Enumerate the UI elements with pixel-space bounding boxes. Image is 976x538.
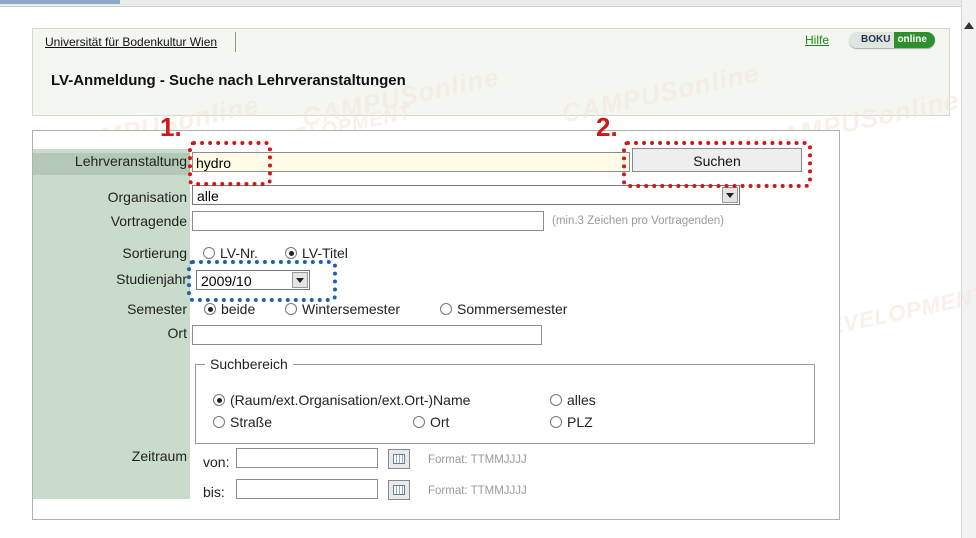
organisation-selected-value: alle xyxy=(197,188,219,204)
radio-icon[interactable] xyxy=(213,416,225,428)
calendar-icon[interactable] xyxy=(388,480,410,500)
scope-option-name[interactable]: (Raum/ext.Organisation/ext.Ort-)Name xyxy=(213,392,470,408)
page-header: Universität für Bodenkultur Wien Hilfe B… xyxy=(32,28,950,116)
date-to-input[interactable] xyxy=(236,479,378,499)
date-from-input[interactable] xyxy=(236,448,378,468)
semester-label: Semester xyxy=(127,301,187,317)
academic-year-label: Studienjahr xyxy=(116,271,187,287)
semester-option-winter[interactable]: Wintersemester xyxy=(285,301,400,317)
boku-online-logo[interactable]: BOKU online xyxy=(849,32,935,48)
place-input[interactable] xyxy=(192,325,542,345)
date-to-format-hint: Format: TTMMJJJJ xyxy=(428,485,527,497)
search-scope-legend: Suchbereich xyxy=(205,356,293,372)
date-from-format-hint: Format: TTMMJJJJ xyxy=(428,454,527,466)
course-label: Lehrveranstaltung xyxy=(74,153,187,169)
sort-label: Sortierung xyxy=(122,245,187,261)
semester-option-label: Sommersemester xyxy=(457,301,568,317)
scroll-up-icon[interactable] xyxy=(964,22,974,29)
vertical-scrollbar[interactable] xyxy=(961,0,976,538)
place-label: Ort xyxy=(167,325,187,341)
sort-option-label: LV-Nr. xyxy=(220,245,258,261)
boku-logo-text: BOKU xyxy=(849,32,895,48)
sort-option-lv-nr[interactable]: LV-Nr. xyxy=(203,245,258,261)
year-highlight xyxy=(187,260,337,302)
scope-option-place[interactable]: Ort xyxy=(413,414,449,430)
radio-icon[interactable] xyxy=(203,247,215,259)
top-frame-edge xyxy=(0,0,962,7)
scope-option-label: alles xyxy=(567,392,596,408)
page-title: LV-Anmeldung - Suche nach Lehrveranstalt… xyxy=(51,72,406,89)
radio-selected-icon[interactable] xyxy=(204,303,216,315)
lecturer-input[interactable] xyxy=(192,211,544,231)
date-from-label: von: xyxy=(203,454,230,470)
radio-icon[interactable] xyxy=(550,416,562,428)
semester-option-label: beide xyxy=(221,301,256,317)
sort-option-lv-title[interactable]: LV-Titel xyxy=(285,245,348,261)
scope-option-label: (Raum/ext.Organisation/ext.Ort-)Name xyxy=(230,392,471,408)
organisation-select[interactable]: alle xyxy=(192,185,740,205)
period-label: Zeitraum xyxy=(131,448,187,464)
scope-option-label: Ort xyxy=(430,414,450,430)
scope-option-label: PLZ xyxy=(567,414,593,430)
radio-icon[interactable] xyxy=(550,394,562,406)
date-to-label: bis: xyxy=(203,484,225,500)
semester-option-summer[interactable]: Sommersemester xyxy=(440,301,567,317)
lecturer-hint: (min.3 Zeichen pro Vortragenden) xyxy=(552,215,724,227)
online-logo-text: online xyxy=(894,32,935,48)
university-link[interactable]: Universität für Bodenkultur Wien xyxy=(37,32,237,52)
step-1-number: 1. xyxy=(160,112,182,142)
radio-icon[interactable] xyxy=(285,303,297,315)
step-2-number: 2. xyxy=(596,112,618,142)
step-1-highlight xyxy=(188,141,272,186)
radio-icon[interactable] xyxy=(413,416,425,428)
radio-selected-icon[interactable] xyxy=(213,394,225,406)
organisation-label: Organisation xyxy=(107,189,187,205)
calendar-icon[interactable] xyxy=(388,449,410,469)
semester-option-label: Wintersemester xyxy=(302,301,401,317)
lecturer-label: Vortragende xyxy=(110,213,187,229)
scope-option-label: Straße xyxy=(230,414,273,430)
help-link[interactable]: Hilfe xyxy=(805,33,829,47)
top-frame-accent xyxy=(0,0,120,4)
scope-option-zip[interactable]: PLZ xyxy=(550,414,593,430)
radio-icon[interactable] xyxy=(440,303,452,315)
scope-option-street[interactable]: Straße xyxy=(213,414,272,430)
semester-option-both[interactable]: beide xyxy=(204,301,255,317)
sort-option-label: LV-Titel xyxy=(302,245,348,261)
scope-option-all[interactable]: alles xyxy=(550,392,596,408)
step-2-highlight xyxy=(622,141,812,188)
radio-selected-icon[interactable] xyxy=(285,247,297,259)
chevron-down-icon[interactable] xyxy=(722,187,738,203)
